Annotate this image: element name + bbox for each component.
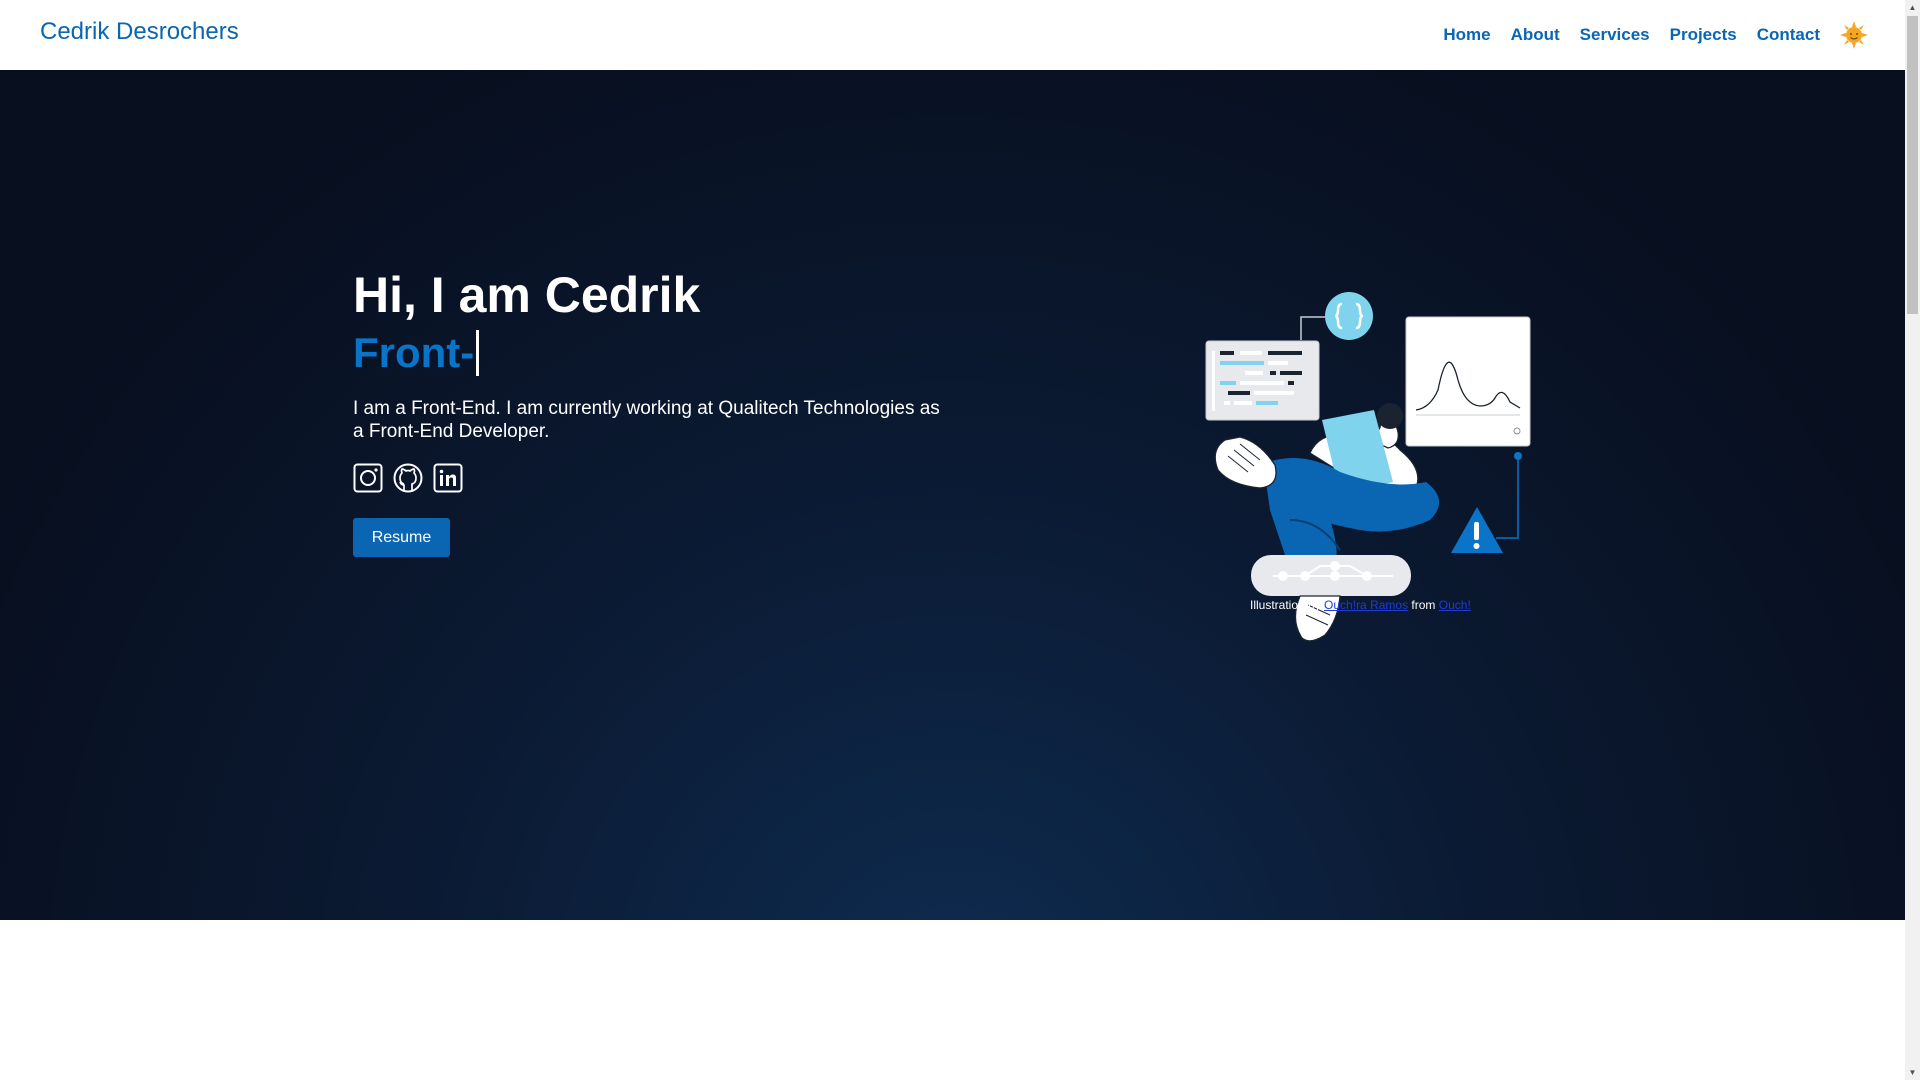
sun-icon (1840, 21, 1868, 49)
github-link[interactable] (393, 463, 423, 493)
typed-role-text: Front- (353, 329, 475, 376)
typing-cursor (476, 330, 480, 376)
hero-title: Hi, I am Cedrik (353, 267, 701, 323)
nav-contact[interactable]: Contact (1757, 20, 1820, 50)
social-links (353, 463, 473, 493)
scroll-up-icon[interactable]: ▲ (1905, 0, 1920, 15)
nav-projects[interactable]: Projects (1670, 20, 1737, 50)
page-scrollbar[interactable]: ▲ ▼ (1905, 0, 1920, 1080)
linkedin-icon (433, 463, 463, 493)
developer-illustration (1205, 292, 1531, 642)
brand-link[interactable]: Cedrik Desrochers (40, 18, 239, 46)
theme-toggle-button[interactable] (1840, 21, 1868, 49)
nav-links: Home About Services Projects Contact (1423, 20, 1868, 50)
hero-section: Hi, I am Cedrik Front- I am a Front-End.… (0, 70, 1905, 920)
instagram-icon (353, 463, 383, 493)
hero-description: I am a Front-End. I am currently working… (353, 398, 940, 442)
credit-author-link[interactable]: Ouch!ra Ramos (1324, 598, 1408, 612)
credit-prefix: Illustration by (1250, 598, 1321, 612)
github-icon (393, 463, 423, 493)
credit-middle: from (1411, 598, 1436, 612)
credit-source-link[interactable]: Ouch! (1439, 598, 1471, 612)
scroll-down-icon[interactable]: ▼ (1905, 1065, 1920, 1080)
scroll-thumb[interactable] (1907, 16, 1918, 314)
instagram-link[interactable] (353, 463, 383, 493)
nav-home[interactable]: Home (1443, 20, 1490, 50)
linkedin-link[interactable] (433, 463, 463, 493)
nav-services[interactable]: Services (1580, 20, 1650, 50)
navbar: Cedrik Desrochers Home About Services Pr… (0, 0, 1905, 70)
nav-about[interactable]: About (1511, 20, 1560, 50)
resume-button[interactable]: Resume (353, 518, 450, 557)
illustration-credit: Illustration by Ouch!ra Ramos from Ouch! (1250, 598, 1490, 612)
hero-role: Front- (353, 328, 480, 378)
